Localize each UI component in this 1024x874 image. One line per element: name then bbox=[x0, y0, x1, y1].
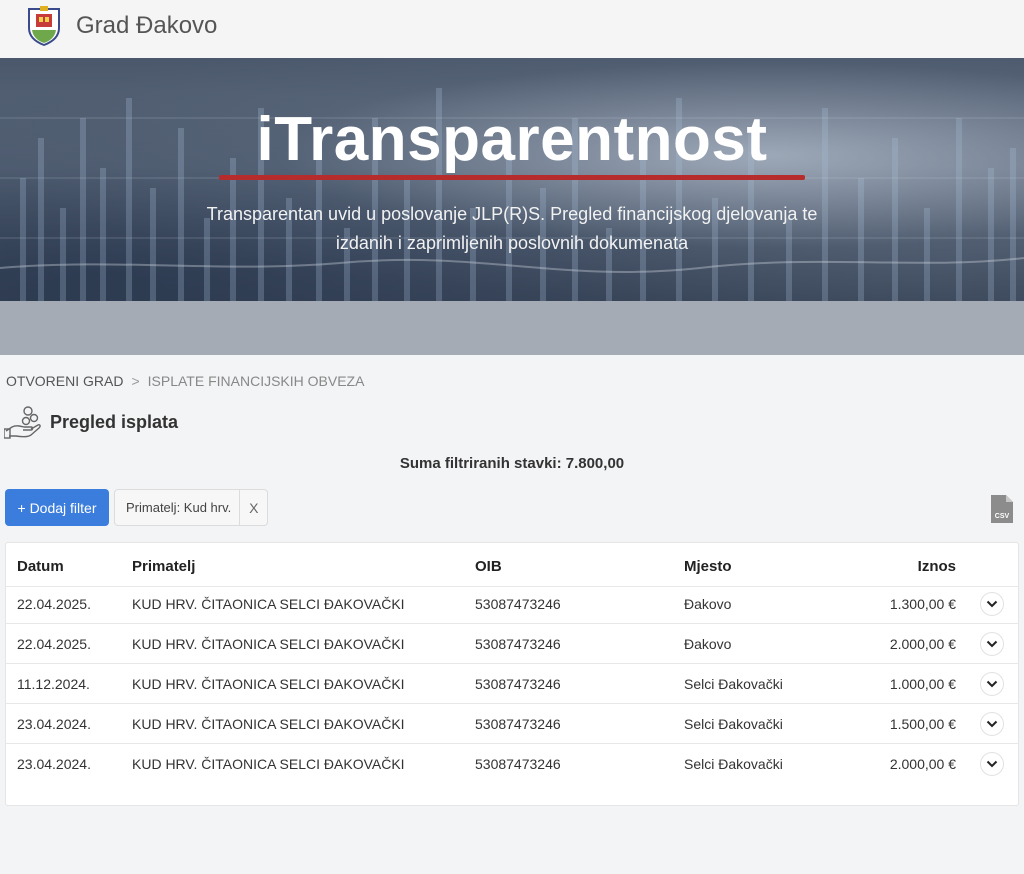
row-oib: 53087473246 bbox=[475, 596, 561, 612]
header-oib[interactable]: OIB bbox=[475, 547, 502, 587]
table-row[interactable]: 22.04.2025. KUD HRV. ČITAONICA SELCI ĐAK… bbox=[6, 584, 1018, 624]
hero-subtitle-line2: izdanih i zaprimljenih poslovnih dokumen… bbox=[335, 233, 689, 253]
row-amount: 1.000,00 € bbox=[889, 676, 956, 692]
row-recipient: KUD HRV. ČITAONICA SELCI ĐAKOVAČKI bbox=[132, 596, 405, 612]
row-amount: 2.000,00 € bbox=[889, 636, 956, 652]
row-place: Selci Đakovački bbox=[684, 716, 783, 732]
breadcrumb-root[interactable]: OTVORENI GRAD bbox=[6, 373, 123, 389]
filter-chip-recipient[interactable]: Primatelj: Kud hrv. X bbox=[114, 489, 269, 526]
table-header-row: Datum Primatelj OIB Mjesto Iznos bbox=[6, 547, 1018, 587]
row-expand-button[interactable] bbox=[980, 632, 1004, 656]
chevron-down-icon bbox=[986, 600, 998, 608]
row-oib: 53087473246 bbox=[475, 676, 561, 692]
table-row[interactable]: 23.04.2024. KUD HRV. ČITAONICA SELCI ĐAK… bbox=[6, 704, 1018, 744]
header-place[interactable]: Mjesto bbox=[684, 547, 732, 587]
chevron-down-icon bbox=[986, 760, 998, 768]
hero-title-underline bbox=[219, 175, 805, 180]
section-title: Pregled isplata bbox=[50, 411, 179, 432]
city-coat-of-arms-icon[interactable] bbox=[26, 6, 62, 46]
csv-label: CSV bbox=[995, 513, 1010, 520]
row-date: 22.04.2025. bbox=[17, 596, 91, 612]
row-expand-button[interactable] bbox=[980, 712, 1004, 736]
breadcrumb: OTVORENI GRAD > ISPLATE FINANCIJSKIH OBVEZ… bbox=[6, 373, 364, 389]
breadcrumb-separator: > bbox=[131, 373, 140, 389]
row-amount: 2.000,00 € bbox=[889, 756, 956, 772]
filter-chip-label: Primatelj: Kud hrv. bbox=[126, 500, 232, 515]
row-date: 23.04.2024. bbox=[17, 716, 91, 732]
row-oib: 53087473246 bbox=[475, 716, 561, 732]
top-navbar: Grad Đakovo bbox=[0, 0, 1024, 58]
row-recipient: KUD HRV. ČITAONICA SELCI ĐAKOVAČKI bbox=[132, 756, 405, 772]
hero-subtitle-line1: Transparentan uvid u poslovanje JLP(R)S.… bbox=[206, 204, 818, 224]
table-row[interactable]: 22.04.2025. KUD HRV. ČITAONICA SELCI ĐAK… bbox=[6, 624, 1018, 664]
row-expand-button[interactable] bbox=[980, 592, 1004, 616]
row-recipient: KUD HRV. ČITAONICA SELCI ĐAKOVAČKI bbox=[132, 636, 405, 652]
row-place: Selci Đakovački bbox=[684, 676, 783, 692]
breadcrumb-current: ISPLATE FINANCIJSKIH OBVEZA bbox=[147, 373, 365, 389]
row-oib: 53087473246 bbox=[475, 636, 561, 652]
filter-chip-remove-button[interactable]: X bbox=[239, 490, 267, 525]
payments-table: Datum Primatelj OIB Mjesto Iznos 22.04.2… bbox=[5, 542, 1019, 806]
table-row[interactable]: 11.12.2024. KUD HRV. ČITAONICA SELCI ĐAK… bbox=[6, 664, 1018, 704]
csv-file-icon[interactable]: CSV bbox=[990, 494, 1014, 524]
row-date: 23.04.2024. bbox=[17, 756, 91, 772]
chevron-down-icon bbox=[986, 640, 998, 648]
chevron-down-icon bbox=[986, 720, 998, 728]
header-date[interactable]: Datum bbox=[17, 547, 64, 587]
hero-bottom-band bbox=[0, 301, 1024, 355]
table-row[interactable]: 23.04.2024. KUD HRV. ČITAONICA SELCI ĐAK… bbox=[6, 744, 1018, 784]
hand-coins-icon bbox=[4, 406, 41, 439]
row-place: Đakovo bbox=[684, 636, 732, 652]
chevron-down-icon bbox=[986, 680, 998, 688]
add-filter-button[interactable]: + Dodaj filter bbox=[5, 489, 109, 526]
row-amount: 1.500,00 € bbox=[889, 716, 956, 732]
row-oib: 53087473246 bbox=[475, 756, 561, 772]
row-recipient: KUD HRV. ČITAONICA SELCI ĐAKOVAČKI bbox=[132, 676, 405, 692]
brand-name[interactable]: Grad Đakovo bbox=[76, 12, 217, 40]
header-recipient[interactable]: Primatelj bbox=[132, 547, 195, 587]
row-amount: 1.300,00 € bbox=[889, 596, 956, 612]
hero-subtitle: Transparentan uvid u poslovanje JLP(R)S.… bbox=[150, 200, 874, 258]
section-header: Pregled isplata bbox=[4, 405, 178, 439]
row-expand-button[interactable] bbox=[980, 672, 1004, 696]
header-amount[interactable]: Iznos bbox=[918, 547, 956, 587]
row-expand-button[interactable] bbox=[980, 752, 1004, 776]
row-date: 11.12.2024. bbox=[17, 676, 90, 692]
hero-banner: iTransparentnost Transparentan uvid u po… bbox=[0, 58, 1024, 301]
filtered-sum: Suma filtriranih stavki: 7.800,00 bbox=[399, 455, 625, 472]
row-date: 22.04.2025. bbox=[17, 636, 91, 652]
hero-title: iTransparentnost bbox=[256, 105, 768, 174]
row-place: Selci Đakovački bbox=[684, 756, 783, 772]
row-recipient: KUD HRV. ČITAONICA SELCI ĐAKOVAČKI bbox=[132, 716, 405, 732]
row-place: Đakovo bbox=[684, 596, 732, 612]
